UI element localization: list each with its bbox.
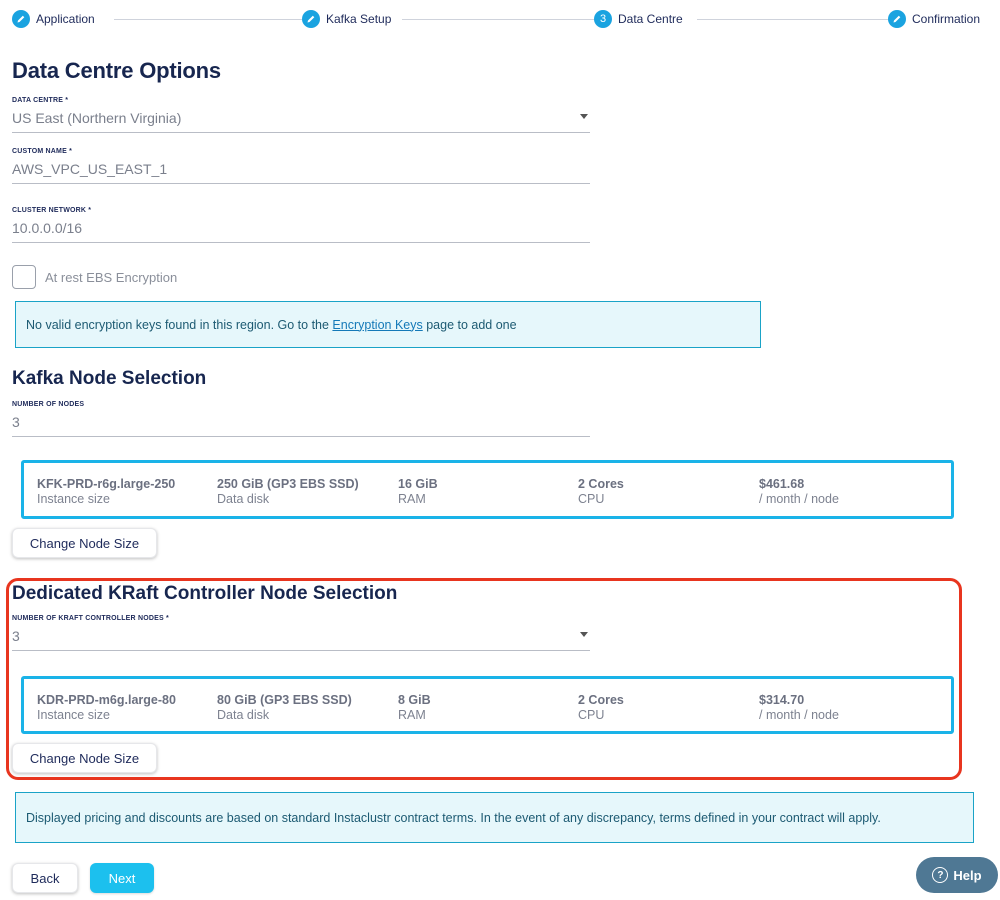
page-title: Data Centre Options [12,58,221,83]
kraft-node-size-card: KDR-PRD-m6g.large-80 Instance size 80 Gi… [21,676,954,734]
step-number: 3 [594,10,612,28]
instance-label: Instance size [37,708,110,722]
step-kafka-setup[interactable]: Kafka Setup [302,9,398,29]
ram-value: 8 GiB [398,693,431,707]
step-label: Confirmation [912,12,981,26]
price-value: $314.70 [759,693,805,707]
ram-label: RAM [398,708,426,722]
cpu-value: 2 Cores [578,477,624,491]
next-button[interactable]: Next [90,863,154,893]
price-value: $461.68 [759,477,805,491]
notice-text: No valid encryption keys found in this r… [26,317,333,332]
cpu-value: 2 Cores [578,693,624,707]
step-label: Application [36,12,95,26]
pencil-icon [12,10,30,28]
step-data-centre[interactable]: 3 Data Centre [594,9,689,29]
data-disk: 250 GiB (GP3 EBS SSD) Data disk [217,477,359,506]
disk-value: 250 GiB (GP3 EBS SSD) [217,477,359,491]
stepper-connector [114,19,304,20]
custom-name-input[interactable]: AWS_VPC_US_EAST_1 [12,161,590,184]
ebs-encryption-row: At rest EBS Encryption [12,265,177,289]
field-label: NUMBER OF NODES [12,401,85,408]
instance-label: Instance size [37,492,110,506]
checkbox-label: At rest EBS Encryption [45,269,178,285]
selected-region: US East (Northern Virginia) [12,110,182,126]
kafka-node-size-card: KFK-PRD-r6g.large-250 Instance size 250 … [21,460,954,519]
ebs-encryption-checkbox[interactable] [12,265,36,289]
field-label: CLUSTER NETWORK * [12,207,92,214]
ram-label: RAM [398,492,426,506]
price: $461.68 / month / node [759,477,839,506]
disk-label: Data disk [217,708,270,722]
help-button[interactable]: ? Help [916,857,998,893]
encryption-notice: No valid encryption keys found in this r… [15,301,761,348]
instance-value: KDR-PRD-m6g.large-80 [37,693,176,707]
select-value: 3 [12,628,590,651]
field-label: CUSTOM NAME * [12,148,73,155]
step-label: Kafka Setup [326,12,392,26]
instance-size: KFK-PRD-r6g.large-250 Instance size [37,477,175,506]
selected-count: 3 [12,628,20,644]
cluster-network-input[interactable]: 10.0.0.0/16 [12,220,590,243]
stepper-connector [402,19,604,20]
kafka-node-count-input[interactable]: 3 [12,414,590,437]
step-application[interactable]: Application [12,9,101,29]
caret-down-icon [580,114,588,119]
field-label: DATA CENTRE * [12,97,69,104]
ram: 8 GiB RAM [398,693,431,722]
kafka-node-title: Kafka Node Selection [12,368,207,389]
cpu: 2 Cores CPU [578,477,624,506]
pencil-icon [302,10,320,28]
disk-label: Data disk [217,492,270,506]
instance-value: KFK-PRD-r6g.large-250 [37,477,176,491]
cpu-label: CPU [578,492,605,506]
data-centre-select[interactable]: DATA CENTRE * US East (Northern Virginia… [12,97,590,133]
kafka-change-node-size-button[interactable]: Change Node Size [12,528,157,558]
help-label: Help [953,867,982,883]
kafka-node-count-field[interactable]: NUMBER OF NODES 3 [12,401,590,437]
cpu: 2 Cores CPU [578,693,624,722]
price-label: / month / node [759,708,839,722]
pencil-icon [888,10,906,28]
kraft-node-title: Dedicated KRaft Controller Node Selectio… [12,583,398,604]
stepper-connector [697,19,889,20]
question-circle-icon: ? [932,867,949,883]
notice-text: page to add one [422,317,517,332]
data-disk: 80 GiB (GP3 EBS SSD) Data disk [217,693,352,722]
wizard-stepper: Application Kafka Setup 3 Data Centre Co… [12,9,987,29]
custom-name-field[interactable]: CUSTOM NAME * AWS_VPC_US_EAST_1 [12,148,590,184]
price: $314.70 / month / node [759,693,839,722]
step-confirmation[interactable]: Confirmation [888,9,987,29]
field-label: NUMBER OF KRAFT CONTROLLER NODES * [12,615,169,622]
kraft-change-node-size-button[interactable]: Change Node Size [12,743,157,773]
price-label: / month / node [759,492,839,506]
pricing-notice: Displayed pricing and discounts are base… [15,792,974,843]
back-button[interactable]: Back [12,863,78,893]
caret-down-icon [580,632,588,637]
cluster-network-field[interactable]: CLUSTER NETWORK * 10.0.0.0/16 [12,207,590,243]
cpu-label: CPU [578,708,605,722]
instance-size: KDR-PRD-m6g.large-80 Instance size [37,693,176,722]
disk-value: 80 GiB (GP3 EBS SSD) [217,693,352,707]
kraft-node-count-select[interactable]: NUMBER OF KRAFT CONTROLLER NODES * 3 [12,615,590,651]
step-label: Data Centre [618,12,683,26]
ram-value: 16 GiB [398,477,438,491]
select-value: US East (Northern Virginia) [12,110,590,133]
ram: 16 GiB RAM [398,477,438,506]
encryption-keys-link[interactable]: Encryption Keys [332,318,422,332]
